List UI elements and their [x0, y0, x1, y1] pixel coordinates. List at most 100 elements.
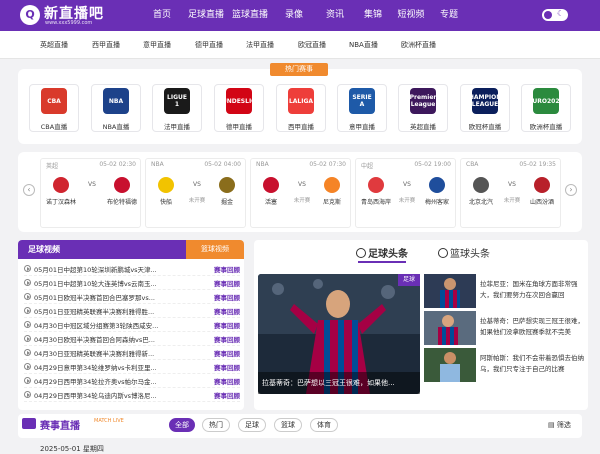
league-card-bundesliga[interactable]: BUNDESLIGA 德甲直播: [214, 84, 264, 132]
news-thumbnail[interactable]: [424, 311, 476, 345]
video-list-item[interactable]: 04月30日中冠区域分组赛第3轮陕西咸安... 赛事回顾: [24, 318, 240, 332]
match-league: NBA: [256, 161, 269, 168]
match-time: 05-02 19:00: [414, 161, 451, 168]
site-logo[interactable]: Q 新直播吧 www.xxx5999.com: [20, 3, 118, 28]
away-team-badge-icon: [114, 177, 130, 193]
filter-sports-button[interactable]: 体育: [310, 418, 338, 432]
play-icon: [24, 307, 31, 314]
news-thumbnail[interactable]: [424, 348, 476, 382]
home-team-name: 活塞: [264, 199, 277, 206]
filter-basketball-button[interactable]: 篮球: [274, 418, 302, 432]
video-tag: 赛事回顾: [214, 321, 240, 330]
home-team-name: 诺丁汉森林: [45, 199, 76, 206]
hero-caption[interactable]: 拉基蒂奇：巴萨想以三冠王很难，如果他...: [258, 372, 420, 394]
video-list-item[interactable]: 04月30日欧冠半决赛首回合阿森纳vs巴... 赛事回顾: [24, 332, 240, 346]
theme-toggle[interactable]: ☾: [542, 9, 568, 21]
league-card-ligue1[interactable]: LIGUE 1 法甲直播: [152, 84, 202, 132]
video-list-item[interactable]: 05月01日欧冠半决赛首回合巴塞罗那vs... 赛事回顾: [24, 290, 240, 304]
nav-item-football-live[interactable]: 足球直播: [184, 0, 228, 31]
subnav-item-laliga[interactable]: 西甲直播: [92, 31, 120, 59]
match-time: 05-02 04:00: [204, 161, 241, 168]
premier-league-logo-icon: Premier League: [410, 88, 436, 114]
league-label: 德甲直播: [226, 123, 252, 131]
video-title: 05月01日亚冠精英联赛半决赛利雅得胜...: [34, 307, 155, 316]
video-list-item[interactable]: 04月29日意甲第34轮维罗纳vs卡利亚里... 赛事回顾: [24, 360, 240, 374]
vs-label: VS: [88, 181, 96, 188]
nav-item-home[interactable]: 首页: [140, 0, 184, 31]
tab-basketball-headlines[interactable]: 篮球头条: [438, 245, 490, 260]
video-list-item[interactable]: 05月01日亚冠精英联赛半决赛利雅得胜... 赛事回顾: [24, 304, 240, 318]
news-title[interactable]: 拉菲尼亚：国米在角球方面非常强大，我们要努力在次回合赢回: [480, 279, 586, 301]
subnav-item-euro[interactable]: 欧洲杯直播: [401, 31, 436, 59]
match-card[interactable]: 英超 05-02 02:30 诺丁汉森林 VS 布伦特福德: [40, 158, 141, 228]
play-icon: [24, 391, 31, 398]
subnav-item-seriea[interactable]: 意甲直播: [143, 31, 171, 59]
video-tag: 赛事回顾: [214, 265, 240, 274]
tab-football-videos[interactable]: 足球视频: [18, 240, 198, 259]
match-card[interactable]: CBA 05-02 19:35 北京北汽 VS 未开赛 山西汾酒: [460, 158, 561, 228]
laliga-logo-icon: LALIGA: [288, 88, 314, 114]
home-team: 北京北汽: [461, 177, 501, 206]
away-team: 布伦特福德: [102, 177, 142, 206]
nav-item-news[interactable]: 资讯: [316, 0, 354, 31]
subnav-item-nba[interactable]: NBA直播: [349, 31, 378, 59]
thumb-photo: [424, 348, 476, 382]
news-title[interactable]: 阿斯帕斯：我们不会带着恐惧去伯纳乌，我们只专注于自己的比赛: [480, 353, 586, 375]
filter-icon: ▤: [548, 421, 557, 429]
league-label: 欧冠杯直播: [468, 123, 502, 131]
subnav-item-ligue1[interactable]: 法甲直播: [246, 31, 274, 59]
match-time: 05-02 19:35: [519, 161, 556, 168]
live-section-title: 赛事直播: [40, 421, 80, 432]
subnav-item-bundesliga[interactable]: 德甲直播: [195, 31, 223, 59]
basketball-icon: [438, 248, 448, 258]
league-card-ucl[interactable]: CHAMPIONS LEAGUE 欧冠杯直播: [460, 84, 510, 132]
filter-all-button[interactable]: 全部: [169, 418, 195, 432]
match-card[interactable]: NBA 05-02 04:00 快船 VS 未开赛 掘金: [145, 158, 246, 228]
video-list-item[interactable]: 05月01日中超第10轮深圳新鹏城vs天津... 赛事回顾: [24, 262, 240, 276]
moon-icon: ☾: [557, 9, 565, 18]
league-label: NBA直播: [102, 123, 130, 131]
vs-label: VS: [508, 181, 516, 188]
filter-hot-button[interactable]: 热门: [202, 418, 230, 432]
carousel-next-button[interactable]: ›: [565, 184, 577, 196]
tab-basketball-videos[interactable]: 篮球视频: [186, 240, 244, 259]
video-list-item[interactable]: 04月30日亚冠精英联赛半决赛利雅得新... 赛事回顾: [24, 346, 240, 360]
tab-football-headlines[interactable]: 足球头条: [356, 245, 408, 260]
filter-football-button[interactable]: 足球: [238, 418, 266, 432]
live-section-badge: MATCH LIVE: [94, 418, 124, 424]
subnav-item-ucl[interactable]: 欧冠直播: [298, 31, 326, 59]
video-list-item[interactable]: 04月29日西甲第34轮乌迪内斯vs博洛尼... 赛事回顾: [24, 388, 240, 402]
home-team: 活塞: [251, 177, 291, 206]
league-card-nba[interactable]: NBA NBA直播: [91, 84, 141, 132]
filter-toggle[interactable]: ▤ 筛选: [548, 420, 571, 430]
video-list-item[interactable]: 04月29日西甲第34轮拉齐奥vs帕尔马金... 赛事回顾: [24, 374, 240, 388]
league-card-euro[interactable]: EURO2024 欧洲杯直播: [521, 84, 571, 132]
league-card-cba[interactable]: CBA CBA直播: [29, 84, 79, 132]
league-card-seriea[interactable]: SERIE A 意甲直播: [337, 84, 387, 132]
nav-item-short-videos[interactable]: 短视频: [392, 0, 430, 31]
bundesliga-logo-icon: BUNDESLIGA: [217, 88, 261, 114]
news-thumbnail[interactable]: [424, 274, 476, 308]
carousel-prev-button[interactable]: ‹: [23, 184, 35, 196]
subnav-item-epl[interactable]: 英超直播: [40, 31, 68, 59]
match-card[interactable]: NBA 05-02 07:30 活塞 VS 未开赛 尼克斯: [250, 158, 351, 228]
nav-item-highlights[interactable]: 集锦: [354, 0, 392, 31]
home-team-name: 快船: [159, 199, 172, 206]
match-time: 05-02 07:30: [309, 161, 346, 168]
nav-item-replays[interactable]: 录像: [272, 0, 316, 31]
away-team-name: 梅州客家: [424, 199, 449, 206]
video-list-item[interactable]: 05月01日中超第10轮大连英博vs云南玉... 赛事回顾: [24, 276, 240, 290]
video-tag: 赛事回顾: [214, 335, 240, 344]
league-card-epl[interactable]: Premier League 英超直播: [398, 84, 448, 132]
home-team: 诺丁汉森林: [41, 177, 81, 206]
league-card-laliga[interactable]: LALIGA 西甲直播: [276, 84, 326, 132]
video-title: 05月01日欧冠半决赛首回合巴塞罗那vs...: [34, 293, 155, 302]
away-team: 梅州客家: [417, 177, 457, 206]
away-team-name: 尼克斯: [322, 199, 341, 206]
match-card[interactable]: 中超 05-02 19:00 青岛西海岸 VS 未开赛 梅州客家: [355, 158, 456, 228]
play-icon: [24, 349, 31, 356]
league-label: 法甲直播: [164, 123, 190, 131]
nav-item-basketball-live[interactable]: 篮球直播: [228, 0, 272, 31]
news-title[interactable]: 拉基蒂奇：巴萨想实现三冠王很难，如果他们没拿欧冠赛季就不完美: [480, 316, 586, 338]
nav-item-topics[interactable]: 专题: [430, 0, 468, 31]
